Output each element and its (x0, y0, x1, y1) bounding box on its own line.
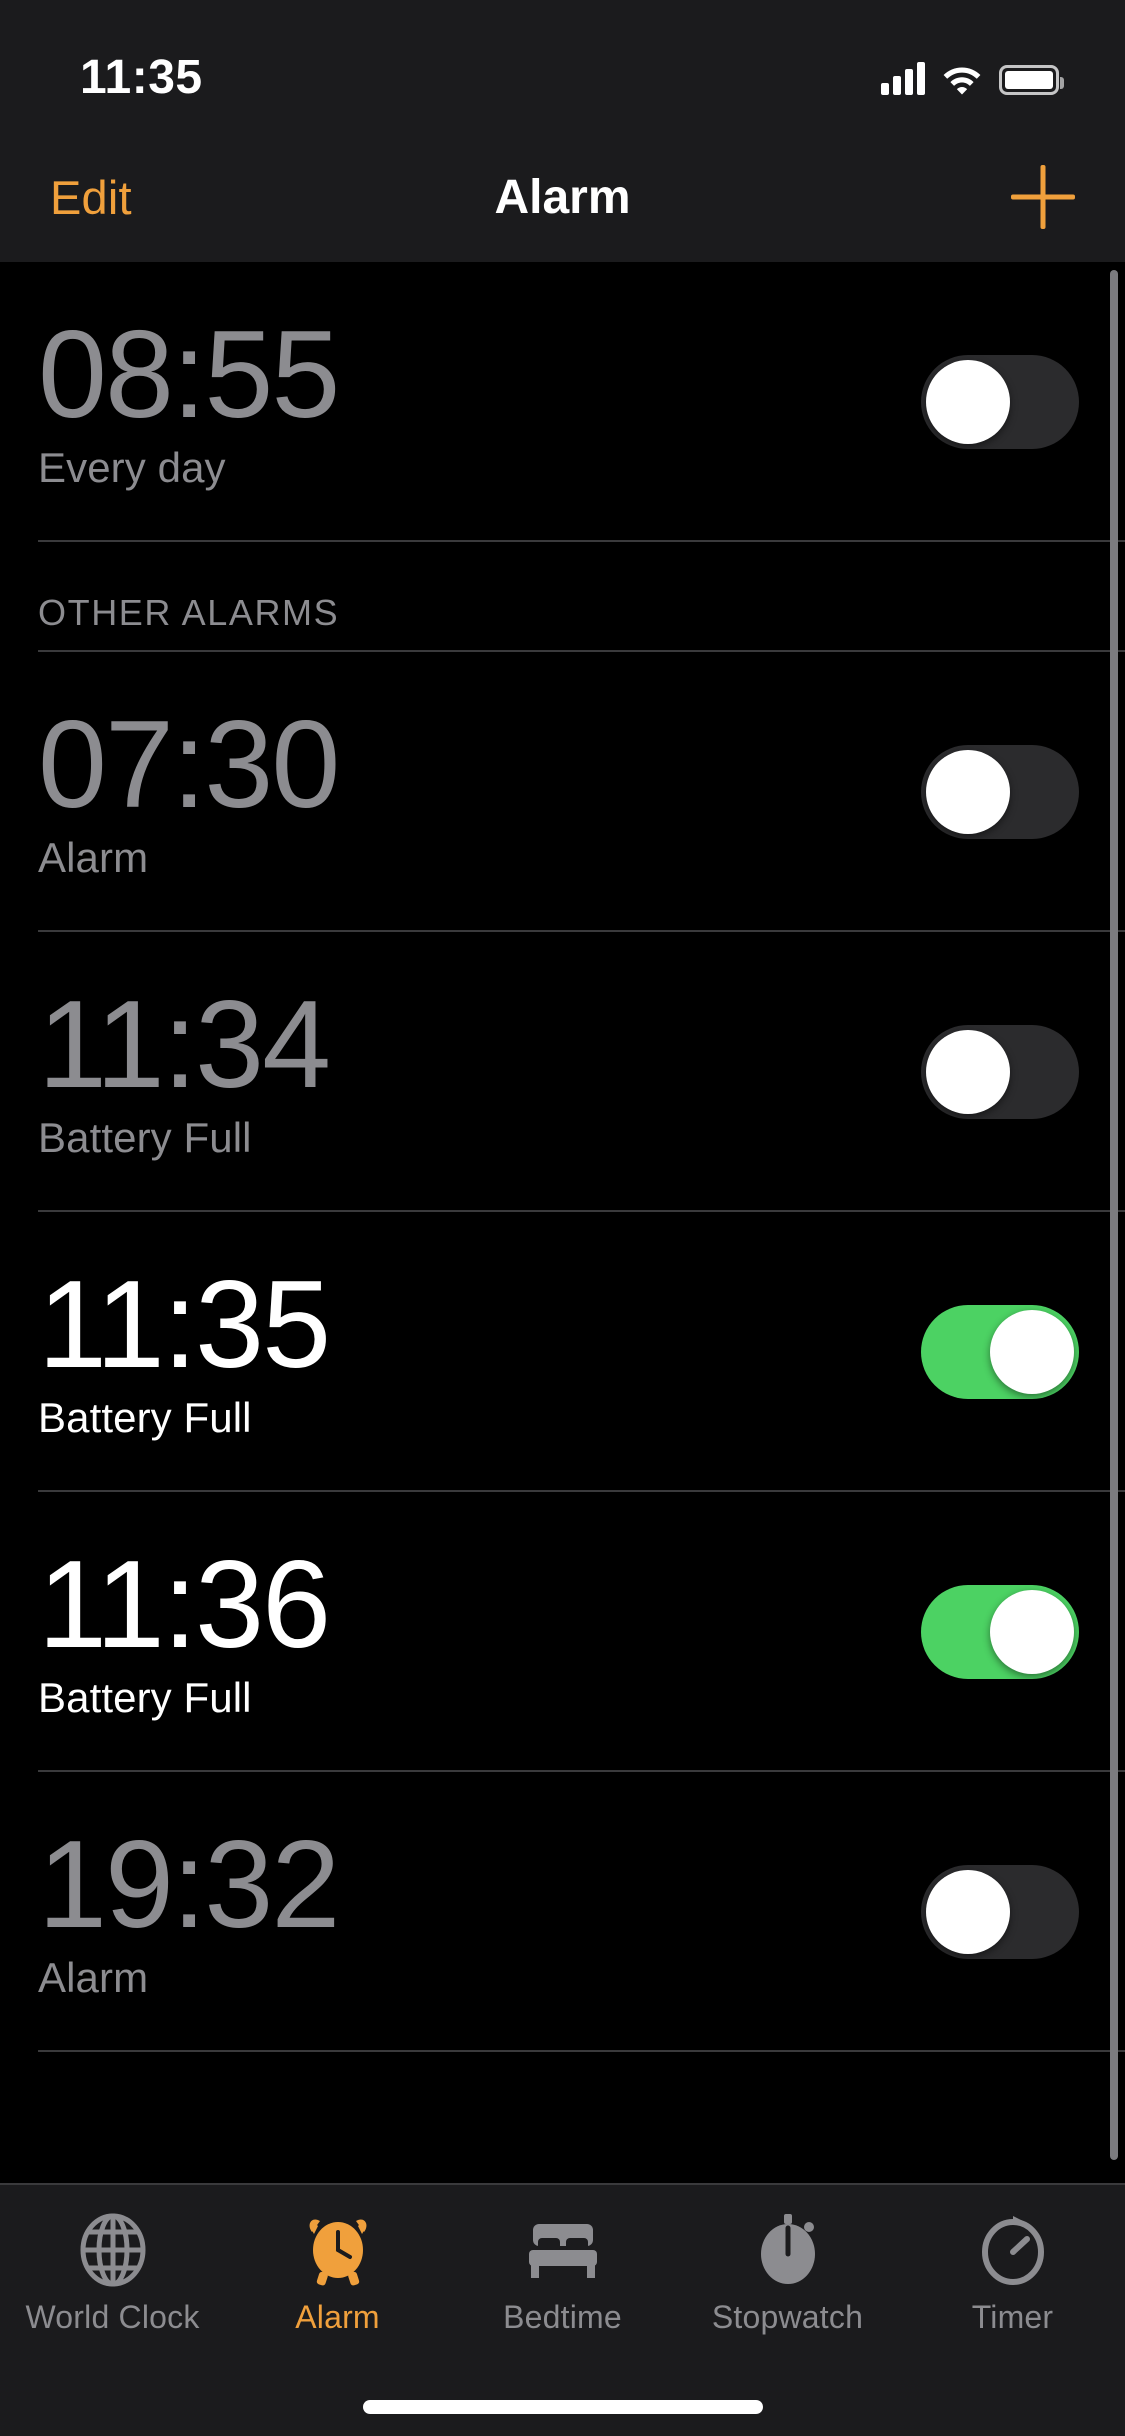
alarm-row[interactable]: 08:55 Every day (0, 262, 1125, 542)
battery-icon (999, 65, 1064, 95)
tab-timer[interactable]: Timer (900, 2211, 1125, 2336)
alarm-row[interactable]: 07:30 Alarm (0, 652, 1125, 932)
alarm-label: Alarm (38, 834, 149, 882)
toggle-knob (926, 750, 1010, 834)
edit-button[interactable]: Edit (50, 170, 132, 225)
alarm-label: Battery Full (38, 1674, 252, 1722)
alarm-app-screen: 11:35 Edit Alarm 08:55 Every day OTHER ALA… (0, 0, 1125, 2436)
alarm-row[interactable]: 11:35 Battery Full (0, 1212, 1125, 1492)
add-alarm-button[interactable] (1007, 161, 1079, 233)
alarm-clock-icon (304, 2211, 372, 2289)
toggle-knob (926, 1030, 1010, 1114)
tab-stopwatch[interactable]: Stopwatch (675, 2211, 900, 2336)
alarm-label: Battery Full (38, 1394, 252, 1442)
alarm-toggle[interactable] (921, 1305, 1079, 1399)
alarm-time: 11:35 (38, 1255, 331, 1394)
home-indicator (362, 2400, 763, 2414)
bed-icon (525, 2211, 601, 2289)
wifi-icon (941, 61, 983, 95)
alarm-toggle[interactable] (921, 1865, 1079, 1959)
status-bar-clock: 11:35 (80, 50, 203, 104)
tab-alarm[interactable]: Alarm (225, 2211, 450, 2336)
stopwatch-icon (756, 2211, 820, 2289)
toggle-knob (926, 360, 1010, 444)
alarm-time: 11:36 (38, 1535, 331, 1674)
alarm-row-text: 19:32 Alarm (38, 1815, 340, 2002)
alarm-row-text: 08:55 Every day (38, 305, 340, 492)
alarm-list[interactable]: 08:55 Every day OTHER ALARMS 07:30 Alarm 11:3… (0, 262, 1125, 2183)
alarm-row-text: 11:34 Battery Full (38, 975, 331, 1162)
toggle-knob (990, 1590, 1074, 1674)
navigation-bar: Edit Alarm (0, 132, 1125, 262)
status-bar: 11:35 (0, 0, 1125, 132)
alarm-toggle[interactable] (921, 745, 1079, 839)
tab-label: Bedtime (503, 2299, 622, 2335)
cellular-signal-icon (881, 61, 925, 95)
vertical-scrollbar[interactable] (1110, 270, 1118, 2160)
alarm-toggle[interactable] (921, 1585, 1079, 1679)
alarm-row[interactable]: 19:32 Alarm (0, 1772, 1125, 2052)
tab-label: World Clock (25, 2299, 200, 2335)
section-header: OTHER ALARMS (0, 542, 1125, 652)
alarm-toggle[interactable] (921, 1025, 1079, 1119)
tab-world-clock[interactable]: World Clock (0, 2211, 225, 2336)
alarm-toggle[interactable] (921, 355, 1079, 449)
tab-label: Stopwatch (711, 2299, 864, 2335)
alarm-label: Battery Full (38, 1114, 252, 1162)
alarm-time: 19:32 (38, 1815, 340, 1954)
tab-label: Alarm (295, 2299, 380, 2335)
toggle-knob (926, 1870, 1010, 1954)
alarm-label: Alarm (38, 1954, 149, 2002)
alarm-label: Every day (38, 444, 226, 492)
alarm-row-text: 07:30 Alarm (38, 695, 340, 882)
tab-label: Timer (971, 2299, 1054, 2335)
alarm-row[interactable]: 11:36 Battery Full (0, 1492, 1125, 1772)
alarm-time: 11:34 (38, 975, 331, 1114)
alarm-row-text: 11:35 Battery Full (38, 1255, 331, 1442)
alarm-time: 07:30 (38, 695, 340, 834)
globe-icon (80, 2211, 146, 2289)
timer-icon (979, 2211, 1047, 2289)
section-header-label: OTHER ALARMS (38, 592, 340, 633)
page-title: Alarm (494, 170, 631, 224)
tab-bedtime[interactable]: Bedtime (450, 2211, 675, 2336)
toggle-knob (990, 1310, 1074, 1394)
tab-bar: World Clock Alarm Bedtime Stopwatch Time… (0, 2183, 1125, 2436)
alarm-row[interactable]: 11:34 Battery Full (0, 932, 1125, 1212)
alarm-time: 08:55 (38, 305, 340, 444)
alarm-row-text: 11:36 Battery Full (38, 1535, 331, 1722)
status-bar-indicators (881, 61, 1064, 95)
divider (38, 2050, 1125, 2052)
